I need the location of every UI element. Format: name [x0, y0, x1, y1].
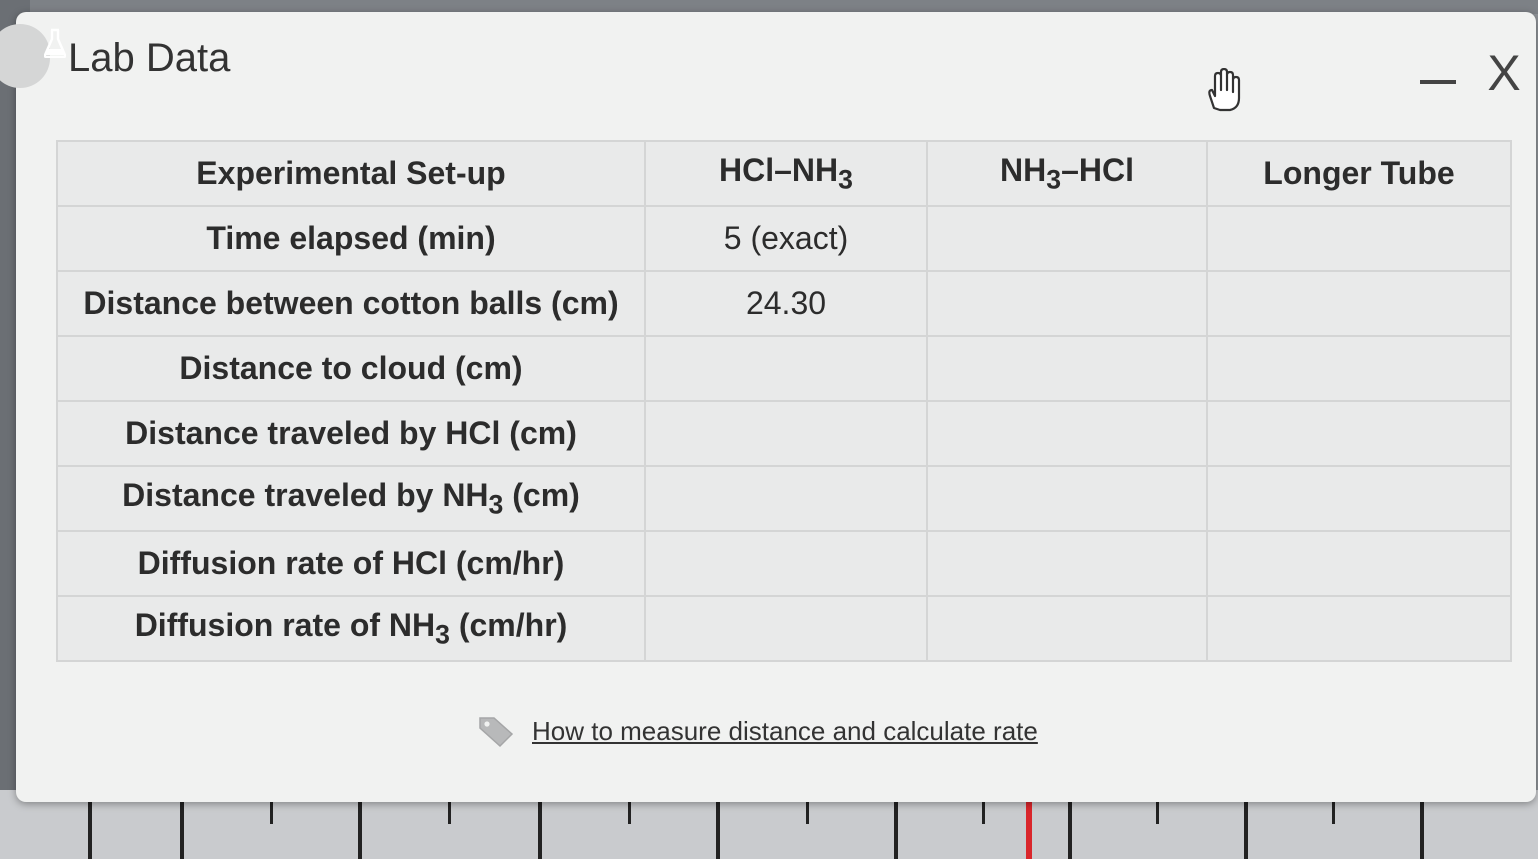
table-row: Distance between cotton balls (cm) 24.30	[56, 270, 1512, 337]
lab-data-table: Experimental Set-up HCl–NH3 NH3–HCl Long…	[56, 140, 1512, 662]
ruler-tick	[88, 798, 92, 859]
lab-data-table-wrapper: Experimental Set-up HCl–NH3 NH3–HCl Long…	[56, 140, 1512, 662]
data-cell[interactable]	[926, 465, 1208, 532]
data-cell[interactable]	[926, 530, 1208, 597]
row-label: Diffusion rate of HCl (cm/hr)	[56, 530, 646, 597]
data-cell[interactable]	[926, 335, 1208, 402]
row-label: Time elapsed (min)	[56, 205, 646, 272]
hand-icon	[1208, 68, 1241, 112]
header-experimental-setup: Experimental Set-up	[56, 140, 646, 207]
help-link[interactable]: How to measure distance and calculate ra…	[532, 716, 1038, 747]
table-row: Distance traveled by HCl (cm)	[56, 400, 1512, 467]
ruler-tick	[1244, 798, 1248, 859]
ruler-tick	[716, 798, 720, 859]
data-cell[interactable]	[644, 335, 928, 402]
data-cell[interactable]	[644, 595, 928, 662]
data-cell[interactable]	[1206, 465, 1512, 532]
row-label: Distance traveled by NH3 (cm)	[56, 465, 646, 532]
data-cell[interactable]	[644, 400, 928, 467]
dialog-title-bar[interactable]: Lab Data X	[0, 12, 1536, 112]
close-button[interactable]: X	[1482, 46, 1526, 100]
data-cell[interactable]	[926, 205, 1208, 272]
lab-data-dialog: Lab Data X Experimental Set-up HCl–NH3 N…	[0, 12, 1536, 802]
ruler-marker	[1026, 798, 1032, 859]
ruler-tick	[1068, 798, 1072, 859]
minimize-button[interactable]	[1416, 62, 1460, 96]
data-cell[interactable]	[1206, 530, 1512, 597]
data-cell[interactable]	[1206, 270, 1512, 337]
dialog-title: Lab Data	[68, 36, 231, 80]
row-label: Distance between cotton balls (cm)	[56, 270, 646, 337]
data-cell[interactable]	[1206, 400, 1512, 467]
header-hcl-nh3: HCl–NH3	[644, 140, 928, 207]
ruler-tick	[894, 798, 898, 859]
data-cell[interactable]	[644, 530, 928, 597]
flask-badge	[0, 24, 50, 88]
table-row: Diffusion rate of NH3 (cm/hr)	[56, 595, 1512, 662]
data-cell[interactable]	[926, 595, 1208, 662]
data-cell[interactable]	[926, 400, 1208, 467]
row-label: Distance to cloud (cm)	[56, 335, 646, 402]
ruler-tick	[538, 798, 542, 859]
data-cell[interactable]	[1206, 335, 1512, 402]
data-cell[interactable]: 24.30	[644, 270, 928, 337]
data-cell[interactable]	[644, 465, 928, 532]
ruler-tick	[1420, 798, 1424, 859]
flask-icon	[44, 28, 66, 58]
row-label: Distance traveled by HCl (cm)	[56, 400, 646, 467]
data-cell[interactable]	[1206, 205, 1512, 272]
ruler-tick	[180, 798, 184, 859]
row-label: Diffusion rate of NH3 (cm/hr)	[56, 595, 646, 662]
data-cell[interactable]	[926, 270, 1208, 337]
ruler-tick	[358, 798, 362, 859]
table-row: Distance traveled by NH3 (cm)	[56, 465, 1512, 532]
tag-icon	[479, 717, 514, 748]
header-longer-tube: Longer Tube	[1206, 140, 1512, 207]
data-cell[interactable]	[1206, 595, 1512, 662]
header-nh3-hcl: NH3–HCl	[926, 140, 1208, 207]
data-cell[interactable]: 5 (exact)	[644, 205, 928, 272]
table-row: Diffusion rate of HCl (cm/hr)	[56, 530, 1512, 597]
table-row: Distance to cloud (cm)	[56, 335, 1512, 402]
table-header-row: Experimental Set-up HCl–NH3 NH3–HCl Long…	[56, 140, 1512, 207]
minimize-icon	[1420, 80, 1456, 84]
table-row: Time elapsed (min) 5 (exact)	[56, 205, 1512, 272]
